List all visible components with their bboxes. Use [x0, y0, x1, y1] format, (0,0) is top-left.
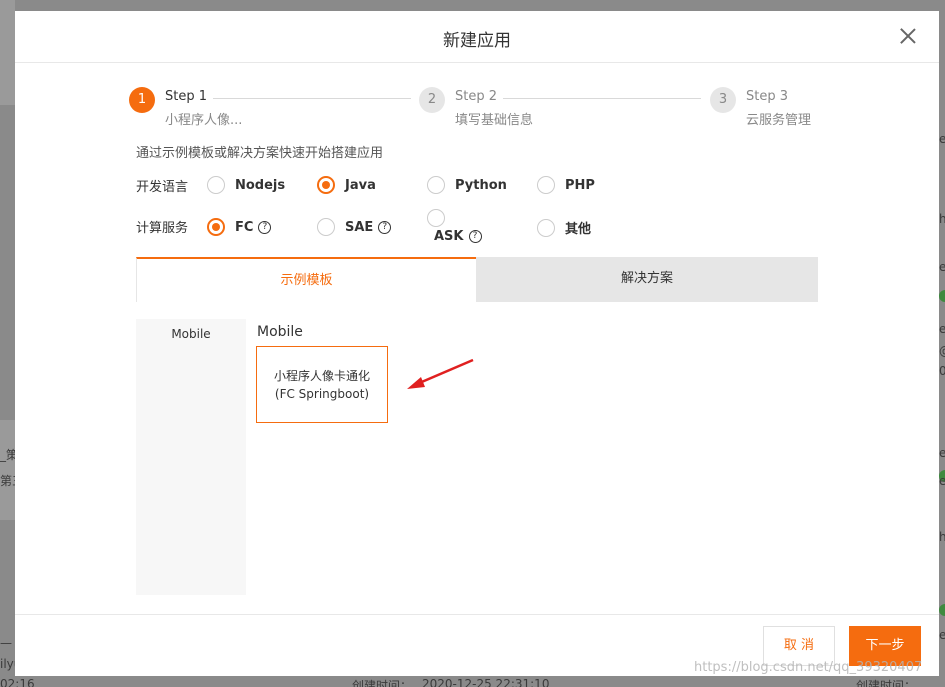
category-sidebar: Mobile	[136, 319, 246, 595]
radio-label: Python	[455, 177, 507, 193]
step-3: 3 Step 3 云服务管理	[710, 85, 830, 129]
tab-solutions[interactable]: 解决方案	[476, 257, 818, 302]
sidebar-item-mobile[interactable]: Mobile	[136, 327, 246, 341]
tab-templates[interactable]: 示例模板	[136, 257, 476, 302]
radio-sae[interactable]: SAE ?	[317, 218, 392, 236]
bg-text: e	[939, 132, 945, 146]
step-2: 2 Step 2 填写基础信息	[419, 85, 679, 129]
bg-text: 02	[939, 364, 945, 378]
bg-text: he	[939, 212, 945, 226]
bg-created-label: 创建时间：	[856, 679, 917, 687]
radio-circle-checked[interactable]	[207, 218, 225, 236]
radio-label: Java	[345, 177, 376, 193]
radio-php[interactable]: PHP	[537, 176, 595, 194]
step-title: Step 1	[165, 89, 208, 104]
bg-text: he	[939, 530, 945, 544]
bg-text: e	[939, 446, 945, 460]
red-arrow-annotation	[407, 358, 474, 389]
step-title: Step 3	[746, 89, 789, 104]
question-circle-icon[interactable]: ?	[468, 230, 482, 243]
section-title: Mobile	[257, 324, 303, 340]
step-1: 1 Step 1 小程序人像...	[129, 85, 389, 129]
radio-fc[interactable]: FC ?	[207, 218, 272, 236]
radio-label: Nodejs	[235, 177, 286, 193]
status-check-icon	[939, 604, 945, 616]
radio-circle-checked[interactable]	[317, 176, 335, 194]
watermark: https://blog.csdn.net/qq_39320407	[694, 660, 923, 675]
dialog-title: 新建应用	[443, 31, 511, 51]
bg-created-value: 2020-12-25 22:31:10	[422, 677, 550, 687]
new-app-dialog: 新建应用 1 Step 1 小程序人像... 2 Step 2 填写基础信息 3…	[15, 11, 939, 676]
radio-circle[interactable]	[427, 209, 445, 227]
radio-circle[interactable]	[537, 176, 555, 194]
bg-text: e	[939, 322, 945, 336]
step-connector	[213, 98, 411, 99]
radio-circle[interactable]	[537, 218, 555, 237]
step-desc: 小程序人像...	[165, 113, 243, 128]
status-check-icon	[939, 290, 945, 302]
template-tabs: 示例模板 解决方案	[136, 257, 818, 302]
dialog-header: 新建应用	[15, 11, 939, 63]
question-circle-icon[interactable]: ?	[258, 220, 272, 234]
radio-label: SAE	[345, 219, 374, 235]
step-number: 2	[419, 87, 445, 113]
step-title: Step 2	[455, 89, 498, 104]
bg-card	[0, 420, 15, 520]
template-subtitle: (FC Springboot)	[274, 387, 370, 401]
bg-text: @	[939, 344, 945, 358]
radio-label: FC	[235, 219, 254, 235]
step-number: 1	[129, 87, 155, 113]
hint-text: 通过示例模板或解决方案快速开始搭建应用	[136, 146, 384, 161]
bg-text: e	[939, 628, 945, 642]
bg-created-label: 创建时间：	[352, 679, 413, 687]
radio-circle[interactable]	[317, 218, 335, 236]
step-desc: 云服务管理	[746, 113, 812, 128]
close-icon[interactable]	[899, 27, 917, 45]
step-desc: 填写基础信息	[455, 113, 534, 128]
step-connector	[503, 98, 701, 99]
bg-text: es	[939, 260, 945, 274]
radio-label: ASK	[434, 229, 464, 244]
radio-label: PHP	[565, 177, 595, 193]
question-circle-icon[interactable]: ?	[378, 220, 392, 234]
radio-python[interactable]: Python	[427, 176, 507, 194]
template-name: 小程序人像卡通化	[273, 369, 370, 383]
radio-ask[interactable]	[427, 209, 445, 227]
bg-text: 02:16	[0, 677, 35, 687]
bg-text: es	[939, 474, 945, 488]
template-card[interactable]: 小程序人像卡通化 (FC Springboot)	[256, 346, 388, 423]
ask-label-group: ASK ?	[434, 229, 482, 244]
compute-label: 计算服务	[136, 221, 189, 236]
bg-card	[0, 0, 15, 105]
radio-circle[interactable]	[207, 176, 225, 194]
radio-nodejs[interactable]: Nodejs	[207, 176, 285, 194]
radio-java[interactable]: Java	[317, 176, 376, 194]
radio-other[interactable]: 其他	[537, 218, 591, 237]
language-label: 开发语言	[136, 180, 189, 195]
radio-circle[interactable]	[427, 176, 445, 194]
radio-label: 其他	[565, 222, 592, 237]
bg-text: —	[0, 636, 12, 650]
step-number: 3	[710, 87, 736, 113]
